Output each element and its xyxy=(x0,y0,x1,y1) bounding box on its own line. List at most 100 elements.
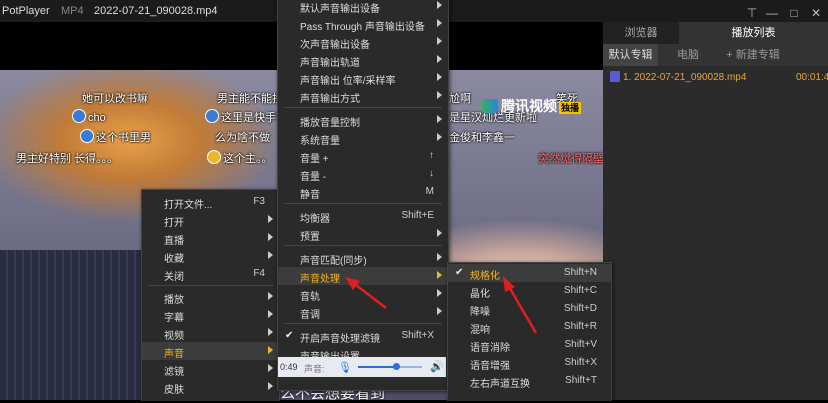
sound-menu-item-18[interactable]: ✔ 开启声音处理滤镜 Shift+X xyxy=(278,327,448,345)
processing-menu-item-3[interactable]: 降噪 Shift+D xyxy=(448,300,611,318)
menu-item-label: 播放 xyxy=(164,295,184,306)
menu-item-label: 声音匹配(同步) xyxy=(300,256,367,267)
sound-menu-item-3[interactable]: 次声音输出设备 xyxy=(278,33,448,51)
menu-item-label: 字幕 xyxy=(164,313,184,324)
volume-control[interactable]: 0:49 声音: 🎙 🔊 xyxy=(278,357,446,377)
danmu-comment: 她可以改书嘛 xyxy=(82,93,148,105)
main-menu-item-5[interactable]: 关闭 F4 xyxy=(142,265,279,283)
sound-menu-item-4[interactable]: 声音输出轨道 xyxy=(278,51,448,69)
menu-item-shortcut: Shift+N xyxy=(563,267,597,278)
microphone-icon[interactable]: 🎙 xyxy=(338,361,352,374)
submenu-arrow-icon xyxy=(268,364,273,372)
album-tabs: 默认专辑 电脑 + 新建专辑 xyxy=(603,44,828,66)
sound-menu-item-16[interactable]: 音轨 xyxy=(278,285,448,303)
main-menu-item-10[interactable]: 滤镜 xyxy=(142,360,279,378)
processing-menu-item-4[interactable]: 混响 Shift+R xyxy=(448,318,611,336)
submenu-arrow-icon xyxy=(437,229,442,237)
sound-menu-item-7[interactable]: 播放音量控制 xyxy=(278,111,448,129)
menu-item-shortcut: F4 xyxy=(253,268,265,279)
main-menu-item-11[interactable]: 皮肤 xyxy=(142,378,279,396)
main-menu-item-3[interactable]: 直播 xyxy=(142,229,279,247)
menu-item-shortcut: Shift+C xyxy=(563,285,597,296)
processing-menu-item-7[interactable]: 左右声道互换 Shift+T xyxy=(448,372,611,390)
main-menu-item-6[interactable]: 播放 xyxy=(142,288,279,306)
album-tab-default[interactable]: 默认专辑 xyxy=(603,44,658,66)
submenu-arrow-icon xyxy=(437,19,442,27)
submenu-arrow-icon xyxy=(437,271,442,279)
danmu-comment: 突然觉得隔壁 xyxy=(538,153,603,165)
user-avatar-icon xyxy=(72,109,86,123)
main-menu-item-4[interactable]: 收藏 xyxy=(142,247,279,265)
file-title: 2022-07-21_090028.mp4 xyxy=(94,5,218,17)
menu-item-label: 语音消除 xyxy=(470,343,510,354)
danmu-comment: 男主好特别 长得。。。 xyxy=(16,153,119,165)
sound-menu-item-8[interactable]: 系统音量 xyxy=(278,129,448,147)
processing-menu-item-6[interactable]: 语音增强 Shift+X xyxy=(448,354,611,372)
menu-item-label: 次声音输出设备 xyxy=(300,40,370,51)
menu-item-label: 规格化 xyxy=(470,271,500,282)
pin-button[interactable]: ⊤ xyxy=(744,5,760,21)
main-menu-item-9[interactable]: 声音 xyxy=(142,342,279,360)
sound-menu-item-14[interactable]: 声音匹配(同步) xyxy=(278,249,448,267)
checkmark-icon: ✔ xyxy=(455,267,464,278)
maximize-button[interactable]: □ xyxy=(786,5,802,21)
sound-menu-item-12[interactable]: 均衡器 Shift+E xyxy=(278,207,448,225)
file-format: MP4 xyxy=(61,5,84,17)
sound-menu-item-9[interactable]: 音量 + ↑ xyxy=(278,147,448,165)
main-menu-item-1[interactable]: 打开文件... F3 xyxy=(142,193,279,211)
sound-menu-item-5[interactable]: 声音输出 位率/采样率 xyxy=(278,69,448,87)
submenu-arrow-icon xyxy=(268,328,273,336)
menu-item-label: 混响 xyxy=(470,325,490,336)
minimize-button[interactable]: — xyxy=(764,5,780,21)
submenu-arrow-icon xyxy=(268,215,273,223)
menu-item-label: 声音输出方式 xyxy=(300,94,360,105)
menu-item-label: 播放音量控制 xyxy=(300,118,360,129)
sound-menu-item-17[interactable]: 音调 xyxy=(278,303,448,321)
danmu-comment: 尬啊 xyxy=(449,93,471,105)
menu-separator xyxy=(148,285,273,286)
submenu-arrow-icon xyxy=(437,253,442,261)
new-album-button[interactable]: + 新建专辑 xyxy=(718,44,788,66)
volume-label: 声音: xyxy=(304,364,325,374)
menu-item-shortcut: Shift+X xyxy=(564,357,597,368)
main-menu-item-2[interactable]: 打开 xyxy=(142,211,279,229)
main-menu-item-8[interactable]: 视频 xyxy=(142,324,279,342)
user-avatar-icon xyxy=(205,109,219,123)
processing-menu-item-5[interactable]: 语音消除 Shift+V xyxy=(448,336,611,354)
album-tab-pc[interactable]: 电脑 xyxy=(658,44,718,66)
tab-browser[interactable]: 浏览器 xyxy=(603,22,679,44)
menu-separator xyxy=(284,323,442,324)
sound-menu-item-15[interactable]: 声音处理 xyxy=(278,267,448,285)
sound-menu-item-10[interactable]: 音量 - ↓ xyxy=(278,165,448,183)
sound-menu-item-11[interactable]: 静音 M xyxy=(278,183,448,201)
volume-slider-handle[interactable] xyxy=(393,363,401,370)
panel-tabs: 浏览器 播放列表 xyxy=(603,22,828,44)
menu-separator xyxy=(284,203,442,204)
menu-item-label: 音量 - xyxy=(300,172,327,183)
tab-playlist[interactable]: 播放列表 xyxy=(679,22,828,44)
menu-item-shortcut: Shift+D xyxy=(563,303,597,314)
processing-menu-item-1[interactable]: ✔ 规格化 Shift+N xyxy=(448,264,611,282)
close-button[interactable]: ✕ xyxy=(808,5,824,21)
playlist-item[interactable]: 1. 2022-07-21_090028.mp4 00:01:4 xyxy=(603,70,828,86)
menu-item-label: 滤镜 xyxy=(164,367,184,378)
speaker-icon[interactable]: 🔊 xyxy=(430,360,444,373)
submenu-arrow-icon xyxy=(268,251,273,259)
sound-menu-item-6[interactable]: 声音输出方式 xyxy=(278,87,448,105)
menu-item-label: 音调 xyxy=(300,310,320,321)
menu-item-label: Pass Through 声音输出设备 xyxy=(300,22,425,33)
volume-time: 0:49 xyxy=(280,362,298,372)
danmu-comment: 这个主。。 xyxy=(207,150,273,166)
checkmark-icon: ✔ xyxy=(285,330,294,341)
processing-menu-item-2[interactable]: 晶化 Shift+C xyxy=(448,282,611,300)
menu-item-label: 打开文件... xyxy=(164,200,213,211)
sound-menu-item-2[interactable]: Pass Through 声音输出设备 xyxy=(278,15,448,33)
sound-menu-item-13[interactable]: 预置 xyxy=(278,225,448,243)
main-menu-item-7[interactable]: 字幕 xyxy=(142,306,279,324)
menu-item-label: 系统音量 xyxy=(300,136,340,147)
submenu-arrow-icon xyxy=(437,73,442,81)
menu-item-shortcut: Shift+T xyxy=(565,375,597,386)
menu-item-label: 静音 xyxy=(300,190,320,201)
menu-item-label: 关闭 xyxy=(164,272,184,283)
sound-menu-item-1[interactable]: 默认声音输出设备 xyxy=(278,0,448,15)
